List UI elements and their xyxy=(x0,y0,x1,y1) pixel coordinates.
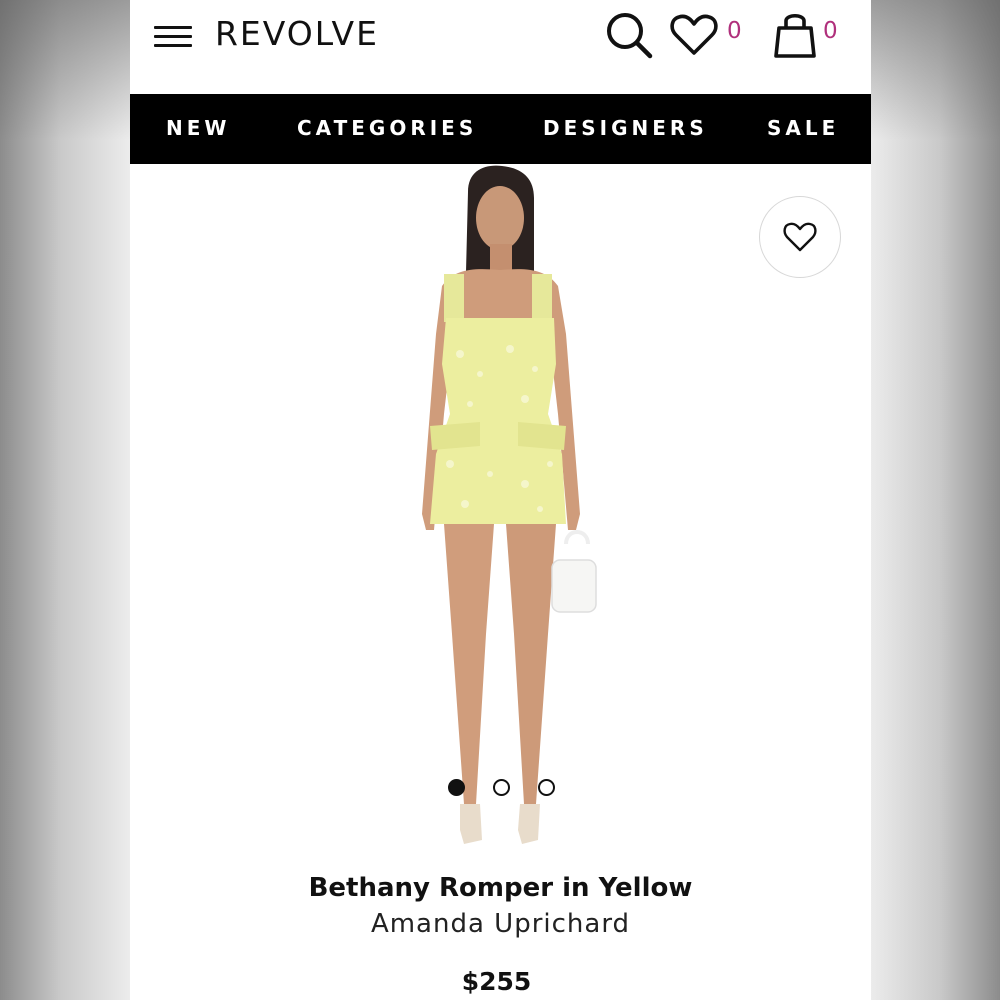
site-header: REVOLVE 0 0 xyxy=(130,0,871,94)
bag-count: 0 xyxy=(823,18,838,44)
menu-icon[interactable] xyxy=(154,25,192,49)
search-icon[interactable] xyxy=(604,10,654,60)
nav-new[interactable]: NEW xyxy=(166,116,230,140)
shopping-bag-icon[interactable] xyxy=(771,10,819,60)
add-to-wishlist-button[interactable] xyxy=(759,196,841,278)
carousel-dot-1[interactable] xyxy=(448,779,465,796)
image-carousel-dots xyxy=(446,779,556,796)
phone-screen: REVOLVE 0 0 NEW CATEGORIES DESIGNERS SAL… xyxy=(130,0,871,1000)
site-logo[interactable]: REVOLVE xyxy=(215,14,379,53)
heart-outline-icon xyxy=(783,222,817,252)
wishlist-count: 0 xyxy=(727,18,742,44)
main-nav: NEW CATEGORIES DESIGNERS SALE xyxy=(130,94,871,164)
nav-designers[interactable]: DESIGNERS xyxy=(543,116,708,140)
product-price: $255 xyxy=(461,967,532,996)
carousel-dot-3[interactable] xyxy=(538,779,555,796)
nav-sale[interactable]: SALE xyxy=(767,116,839,140)
product-name: Bethany Romper in Yellow xyxy=(308,873,693,903)
nav-categories[interactable]: CATEGORIES xyxy=(297,116,477,140)
carousel-dot-2[interactable] xyxy=(493,779,510,796)
heart-icon[interactable] xyxy=(670,13,718,57)
product-image[interactable] xyxy=(130,164,871,864)
product-brand[interactable]: Amanda Uprichard xyxy=(130,909,871,939)
